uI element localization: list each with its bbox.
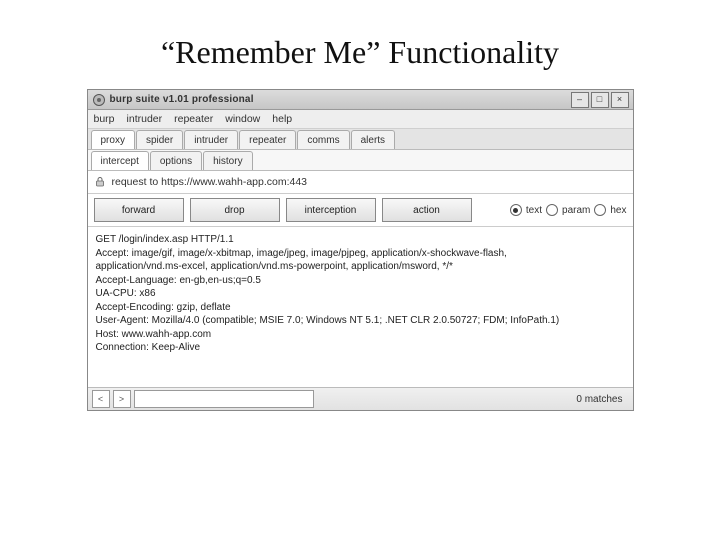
search-next-button[interactable]: > — [113, 390, 131, 408]
menu-burp[interactable]: burp — [94, 113, 115, 125]
tab-spider[interactable]: spider — [136, 130, 183, 149]
status-bar: < > 0 matches — [88, 387, 633, 410]
radio-text-label: text — [526, 205, 542, 216]
maximize-button[interactable]: □ — [591, 92, 609, 108]
http-line: Accept-Language: en-gb,en-us;q=0.5 — [96, 274, 625, 288]
http-line: Accept-Encoding: gzip, deflate — [96, 301, 625, 315]
tab-alerts[interactable]: alerts — [351, 130, 395, 149]
interception-button[interactable]: interception — [286, 198, 376, 222]
radio-hex[interactable] — [594, 204, 606, 216]
search-prev-button[interactable]: < — [92, 390, 110, 408]
proxy-subtabs: intercept options history — [88, 150, 633, 171]
tab-intruder[interactable]: intruder — [184, 130, 238, 149]
request-target: request to https://www.wahh-app.com:443 — [112, 176, 308, 188]
titlebar: burp suite v1.01 professional – □ × — [88, 90, 633, 110]
view-radios: text param hex — [510, 204, 627, 216]
action-row: forward drop interception action text pa… — [88, 194, 633, 227]
radio-param[interactable] — [546, 204, 558, 216]
burp-window: burp suite v1.01 professional – □ × burp… — [87, 89, 634, 411]
radio-hex-label: hex — [610, 205, 626, 216]
subtab-intercept[interactable]: intercept — [91, 151, 149, 170]
forward-button[interactable]: forward — [94, 198, 184, 222]
http-line: UA-CPU: x86 — [96, 287, 625, 301]
menu-repeater[interactable]: repeater — [174, 113, 213, 125]
action-button[interactable]: action — [382, 198, 472, 222]
http-line: application/vnd.ms-excel, application/vn… — [96, 260, 625, 274]
app-icon — [92, 93, 106, 107]
close-icon[interactable]: × — [611, 92, 629, 108]
http-line: User-Agent: Mozilla/4.0 (compatible; MSI… — [96, 314, 625, 328]
search-input[interactable] — [134, 390, 314, 408]
http-line: GET /login/index.asp HTTP/1.1 — [96, 233, 625, 247]
subtab-options[interactable]: options — [150, 151, 202, 170]
drop-button[interactable]: drop — [190, 198, 280, 222]
http-line: Connection: Keep-Alive — [96, 341, 625, 355]
http-line: Host: www.wahh-app.com — [96, 328, 625, 342]
window-title: burp suite v1.01 professional — [110, 94, 571, 105]
tab-comms[interactable]: comms — [297, 130, 349, 149]
match-count: 0 matches — [576, 394, 622, 405]
menu-intruder[interactable]: intruder — [127, 113, 163, 125]
tab-proxy[interactable]: proxy — [91, 130, 135, 149]
radio-param-label: param — [562, 205, 590, 216]
menubar: burp intruder repeater window help — [88, 110, 633, 129]
request-body[interactable]: GET /login/index.asp HTTP/1.1 Accept: im… — [88, 227, 633, 387]
http-line: Accept: image/gif, image/x-xbitmap, imag… — [96, 247, 625, 261]
lock-icon — [94, 176, 106, 188]
subtab-history[interactable]: history — [203, 151, 252, 170]
tab-repeater[interactable]: repeater — [239, 130, 296, 149]
request-bar: request to https://www.wahh-app.com:443 — [88, 171, 633, 194]
minimize-button[interactable]: – — [571, 92, 589, 108]
menu-window[interactable]: window — [225, 113, 260, 125]
slide-title: “Remember Me” Functionality — [0, 34, 720, 71]
menu-help[interactable]: help — [272, 113, 292, 125]
tool-tabs: proxy spider intruder repeater comms ale… — [88, 129, 633, 150]
radio-text[interactable] — [510, 204, 522, 216]
